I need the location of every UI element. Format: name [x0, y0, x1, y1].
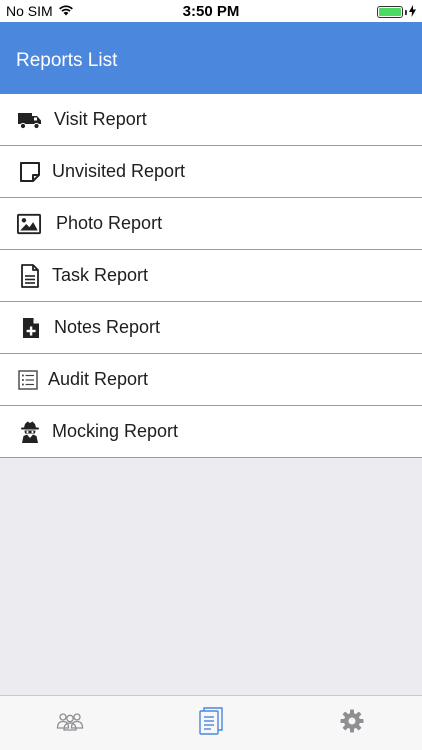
list-item-label: Unvisited Report	[52, 161, 186, 181]
image-icon	[17, 212, 41, 236]
tab-bar	[0, 695, 422, 750]
list-item-photo-report[interactable]: Photo Report	[0, 198, 422, 250]
reports-list: Visit Report Unvisited Report Photo Repo…	[0, 94, 422, 458]
list-item-unvisited-report[interactable]: Unvisited Report	[0, 146, 422, 198]
list-item-label: Visit Report	[54, 109, 147, 129]
checklist-icon	[16, 368, 40, 392]
list-item-label: Notes Report	[54, 317, 161, 337]
tab-users[interactable]	[0, 696, 140, 750]
list-item-mocking-report[interactable]: Mocking Report	[0, 406, 422, 458]
status-left: No SIM	[6, 3, 74, 19]
list-item-label: Photo Report	[56, 213, 163, 233]
list-item-visit-report[interactable]: Visit Report	[0, 94, 422, 146]
nav-header: Reports List	[0, 22, 422, 94]
wifi-icon	[58, 3, 74, 19]
list-item-task-report[interactable]: Task Report	[0, 250, 422, 302]
spy-icon	[18, 420, 42, 444]
list-item-label: Mocking Report	[52, 421, 179, 441]
note-icon	[18, 160, 42, 184]
status-bar: No SIM 3:50 PM	[0, 0, 422, 22]
list-item-label: Audit Report	[48, 369, 149, 389]
carrier-label: No SIM	[6, 3, 53, 19]
document-icon	[18, 264, 42, 288]
charging-bolt-icon	[409, 4, 416, 20]
page-title: Reports List	[16, 50, 118, 71]
file-plus-icon	[19, 316, 43, 340]
list-item-audit-report[interactable]: Audit Report	[0, 354, 422, 406]
truck-icon	[18, 108, 42, 132]
reports-icon	[199, 707, 223, 740]
tab-settings[interactable]	[282, 696, 422, 750]
list-item-notes-report[interactable]: Notes Report	[0, 302, 422, 354]
status-right	[377, 4, 416, 20]
tab-reports[interactable]	[141, 696, 281, 750]
users-icon	[56, 711, 84, 736]
gear-icon	[340, 709, 364, 738]
battery-icon	[377, 6, 403, 18]
list-item-label: Task Report	[52, 265, 149, 285]
